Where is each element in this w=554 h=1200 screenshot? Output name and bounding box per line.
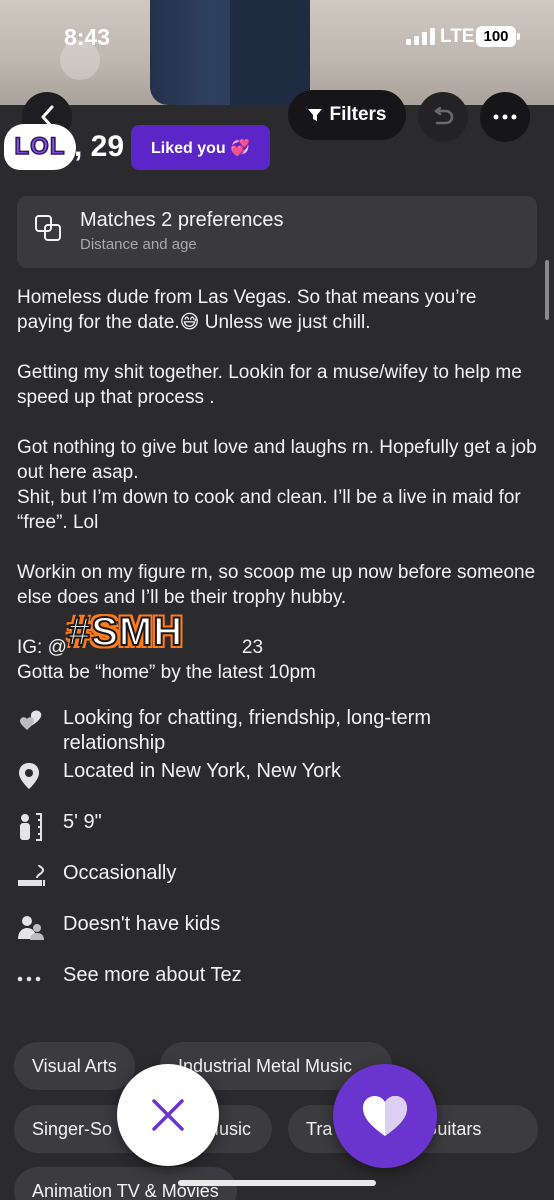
bio-paragraph: Workin on my figure rn, so scoop me up n… — [17, 562, 536, 608]
status-bar: 8:43 LTE 100 — [0, 22, 554, 52]
detail-looking-for: Looking for chatting, friendship, long-t… — [17, 706, 537, 757]
interest-tag-text: Singer-So — [32, 1118, 113, 1139]
status-time: 8:43 — [64, 24, 111, 50]
home-indicator[interactable] — [178, 1180, 376, 1186]
profile-details-list: Looking for chatting, friendship, long-t… — [17, 706, 537, 1014]
detail-text: Looking for chatting, friendship, long-t… — [63, 707, 431, 754]
bio-paragraph: Homeless dude from Las Vegas. So that me… — [17, 287, 477, 333]
match-card-title: Matches 2 preferences — [80, 209, 284, 231]
overlap-squares-icon — [34, 214, 62, 247]
undo-icon — [433, 107, 454, 125]
detail-text: Doesn't have kids — [63, 913, 221, 935]
bio-paragraph: Shit, but I’m down to cook and clean. I’… — [17, 487, 521, 533]
detail-location: Located in New York, New York — [17, 759, 537, 810]
profile-name-age: , 29 — [74, 130, 125, 163]
pass-button[interactable] — [117, 1064, 219, 1166]
matches-preferences-card: Matches 2 preferences Distance and age — [17, 196, 537, 268]
ellipsis-icon — [493, 114, 517, 120]
detail-smoking: Occasionally — [17, 861, 537, 912]
signal-icon — [406, 28, 435, 45]
photo-detail — [230, 0, 310, 105]
more-dots-icon — [17, 963, 63, 988]
bio-paragraph: Getting my shit together. Lookin for a m… — [17, 362, 522, 408]
heart-icon — [363, 1096, 407, 1136]
detail-text: Occasionally — [63, 862, 177, 884]
undo-button[interactable] — [418, 92, 468, 142]
interest-tag-text: Tra — [306, 1118, 333, 1139]
network-type: LTE — [440, 26, 475, 47]
smoking-icon — [17, 861, 63, 893]
detail-height: 5' 9" — [17, 810, 537, 861]
profile-photo[interactable] — [0, 0, 554, 105]
detail-text: Located in New York, New York — [63, 760, 341, 782]
like-button[interactable] — [333, 1064, 437, 1168]
hearts-icon — [17, 706, 63, 738]
see-more-text: See more about Tez — [63, 964, 242, 986]
detail-kids: Doesn't have kids — [17, 912, 537, 963]
bio-paragraph: Got nothing to give but love and laughs … — [17, 437, 537, 483]
filters-label: Filters — [329, 104, 387, 125]
match-card-subtitle: Distance and age — [80, 236, 197, 253]
ig-suffix: 23 — [241, 637, 264, 658]
bio-curfew: Gotta be “home” by the latest 10pm — [17, 662, 316, 683]
see-more-link[interactable]: See more about Tez — [17, 963, 537, 1014]
scrollbar[interactable] — [545, 260, 549, 320]
location-pin-icon — [17, 759, 63, 795]
funnel-icon — [308, 109, 323, 121]
lol-sticker-text: LOL — [14, 132, 66, 161]
smh-sticker: #SMH — [67, 609, 184, 655]
kids-icon — [17, 912, 63, 946]
detail-text: 5' 9" — [63, 811, 102, 833]
battery-icon: 100 — [476, 26, 520, 47]
ig-prefix: IG: @ — [17, 637, 67, 658]
lol-sticker: LOL — [4, 124, 76, 170]
liked-you-badge: Liked you 💞 — [131, 125, 270, 170]
interest-tag[interactable]: Visual Arts — [14, 1042, 135, 1090]
filters-button[interactable]: Filters — [288, 90, 406, 140]
close-icon — [152, 1099, 184, 1131]
height-icon — [17, 810, 63, 846]
more-options-button[interactable] — [480, 92, 530, 142]
